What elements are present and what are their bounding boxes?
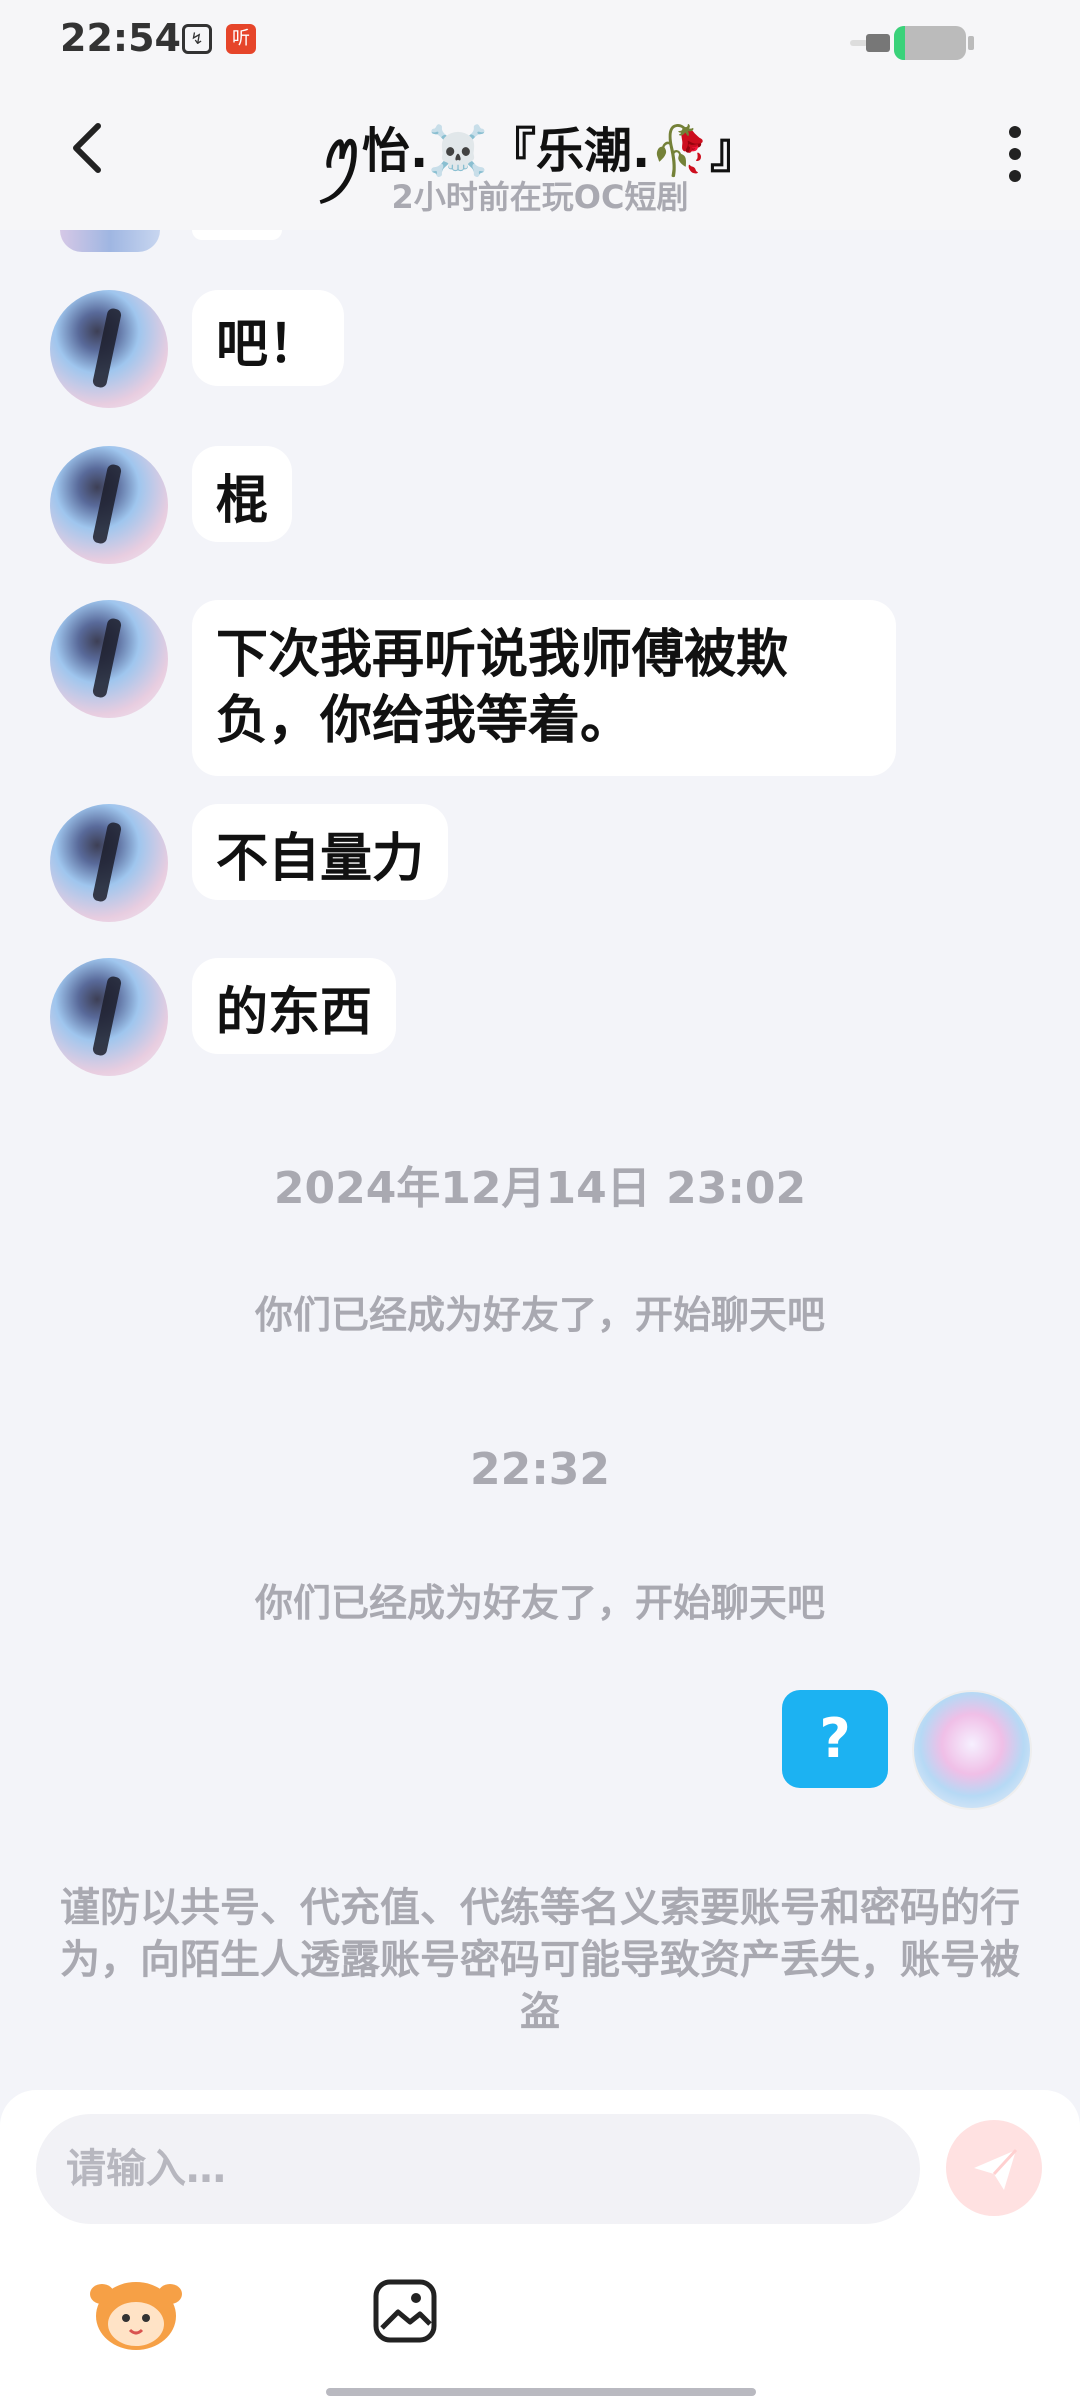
- avatar[interactable]: [50, 290, 168, 408]
- timestamp: 22:32: [469, 1444, 611, 1495]
- battery-icon: [850, 26, 980, 62]
- input-bar: [0, 2090, 1080, 2400]
- send-button[interactable]: [946, 2120, 1042, 2216]
- send-icon: [974, 2148, 1018, 2190]
- message-bubble: [192, 230, 282, 240]
- message-input[interactable]: [36, 2114, 920, 2224]
- status-bar: 22:54 ↯ 听: [0, 0, 1080, 90]
- avatar[interactable]: [50, 600, 168, 718]
- my-message-bubble[interactable]: ?: [782, 1690, 888, 1788]
- more-button[interactable]: [1000, 126, 1030, 186]
- avatar[interactable]: [50, 958, 168, 1076]
- message-bubble[interactable]: 不自量力: [192, 804, 449, 900]
- status-time: 22:54: [60, 16, 181, 60]
- chat-subtitle: 2小时前在玩OC短剧: [391, 178, 689, 216]
- avatar[interactable]: [50, 804, 168, 922]
- chat-header: ꪑ怡.☠️『乐潮.🥀』 2小时前在玩OC短剧: [0, 90, 1080, 230]
- my-avatar[interactable]: [912, 1690, 1032, 1810]
- message-bubble[interactable]: 下次我再听说我师傅被欺负，你给我等着。: [192, 600, 896, 776]
- system-message: 你们已经成为好友了，开始聊天吧: [254, 1293, 825, 1337]
- home-indicator[interactable]: [326, 2388, 756, 2396]
- system-message: 你们已经成为好友了，开始聊天吧: [254, 1581, 825, 1625]
- image-icon: [373, 2279, 437, 2343]
- security-warning: 谨防以共号、代充值、代练等名义索要账号和密码的行为，向陌生人透露账号密码可能导致…: [60, 1885, 1020, 2035]
- message-bubble[interactable]: 吧！: [192, 290, 345, 386]
- listen-app-icon: 听: [226, 24, 256, 54]
- avatar[interactable]: [50, 446, 168, 564]
- image-button[interactable]: [370, 2276, 440, 2346]
- message-bubble[interactable]: 棍: [192, 446, 293, 542]
- avatar[interactable]: [60, 230, 160, 252]
- app-notification-icon: ↯: [182, 24, 212, 54]
- battery-fill: [894, 26, 905, 60]
- timestamp: 2024年12月14日 23:02: [273, 1163, 807, 1214]
- mascot-icon[interactable]: [88, 2270, 184, 2354]
- message-bubble[interactable]: 的东西: [192, 958, 397, 1054]
- more-vert-icon: [1000, 126, 1030, 182]
